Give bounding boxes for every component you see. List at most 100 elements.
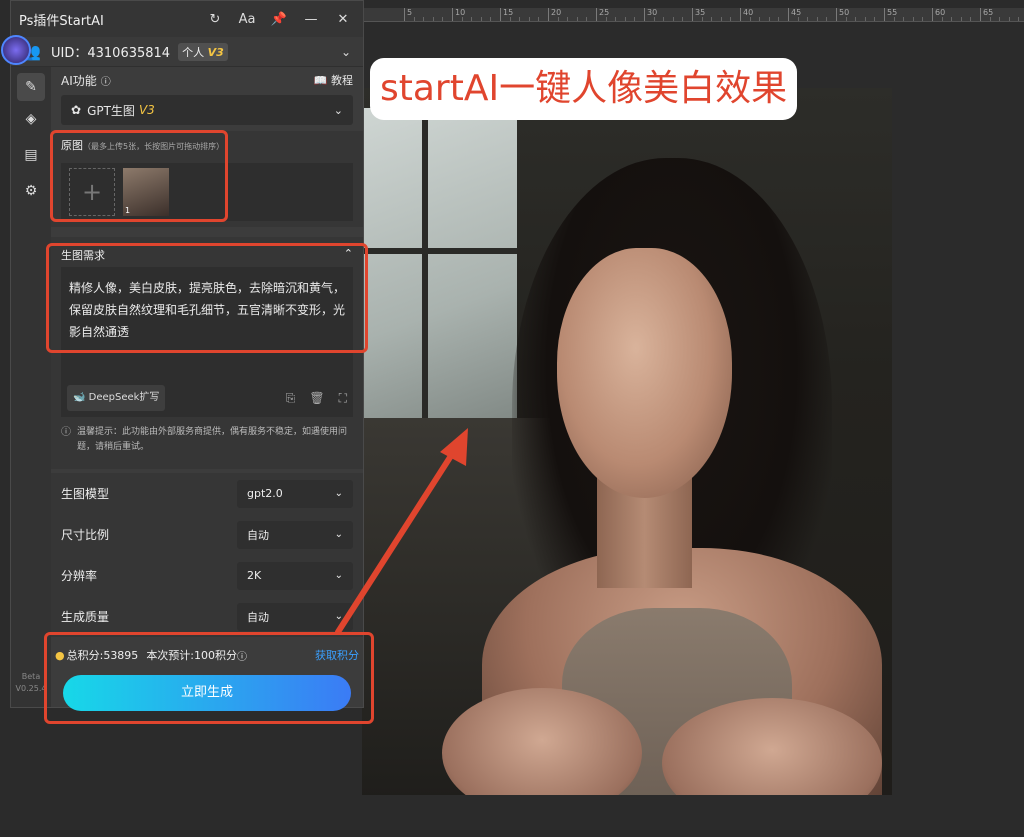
- ruler-minor-tick: [807, 17, 809, 21]
- pen-icon[interactable]: ✎: [17, 73, 45, 101]
- uid-text: UID：4310635814: [51, 46, 171, 61]
- ruler-minor-tick: [663, 17, 665, 21]
- chevron-down-icon: ⌄: [334, 611, 343, 622]
- ruler-minor-tick: [538, 17, 540, 21]
- account-tag: 个人 V3: [178, 42, 228, 61]
- info-icon[interactable]: ⓘ: [101, 73, 111, 88]
- param-resolution: 分辨率 2K ⌄: [51, 555, 363, 596]
- avatar[interactable]: [1, 35, 31, 65]
- ruler-minor-tick: [720, 17, 722, 21]
- ruler-minor-tick: [471, 17, 473, 21]
- layers-icon[interactable]: ◈: [11, 101, 51, 137]
- expand-icon[interactable]: ⛶: [339, 387, 347, 409]
- ruler-minor-tick: [1008, 17, 1010, 21]
- ai-model-select[interactable]: ✿ GPT生图 V3 ⌄: [61, 95, 353, 125]
- account-bar[interactable]: 👥 UID：4310635814 个人 V3 ⌄: [11, 37, 363, 67]
- prompt-tools: 🐋 DeepSeek扩写 ⎘ 🗑 ⛶: [67, 385, 347, 411]
- ruler-minor-tick: [960, 17, 962, 21]
- ruler-minor-tick: [855, 17, 857, 21]
- gear-icon[interactable]: ⚙: [11, 173, 51, 209]
- panel-title: Ps插件StartAI: [19, 13, 104, 29]
- param-model: 生图模型 gpt2.0 ⌄: [51, 473, 363, 514]
- ruler-minor-tick: [634, 17, 636, 21]
- ruler-minor-tick: [586, 17, 588, 21]
- ruler-minor-tick: [845, 17, 847, 21]
- quality-select[interactable]: 自动 ⌄: [237, 602, 353, 631]
- close-icon[interactable]: ✕: [331, 12, 355, 27]
- ruler-minor-tick: [615, 17, 617, 21]
- ruler-tick: 45: [788, 8, 801, 21]
- ruler-tick: 25: [596, 8, 609, 21]
- ruler-minor-tick: [816, 17, 818, 21]
- ruler-tick: 55: [884, 8, 897, 21]
- trash-icon[interactable]: 🗑: [309, 387, 324, 409]
- startai-plugin-panel: Ps插件StartAI ↻ Aa 📌 — ✕ 👥 UID：4310635814 …: [1, 0, 364, 711]
- ruler-minor-tick: [912, 17, 914, 21]
- sidebar: ✎ ◈ ▤ ⚙ Beta V0.25.4: [11, 67, 51, 707]
- ruler-minor-tick: [778, 17, 780, 21]
- ruler-minor-tick: [989, 17, 991, 21]
- model-icon: ✿: [71, 103, 82, 117]
- document-icon[interactable]: ▤: [11, 137, 51, 173]
- ruler-tick: 30: [644, 8, 657, 21]
- tutorial-link[interactable]: 📖 教程: [314, 72, 353, 88]
- pin-icon[interactable]: 📌: [267, 12, 291, 27]
- ruler-minor-tick: [768, 17, 770, 21]
- ruler-minor-tick: [528, 17, 530, 21]
- info-icon: ⓘ: [61, 427, 71, 438]
- ruler-minor-tick: [653, 17, 655, 21]
- ruler-minor-tick: [605, 17, 607, 21]
- resolution-select[interactable]: 2K ⌄: [237, 561, 353, 590]
- ruler-minor-tick: [701, 17, 703, 21]
- horizontal-ruler: 5 10 15 20 25 30 35 40 45 50 55 60 65: [362, 8, 1024, 22]
- ruler-tick: 5: [404, 8, 412, 21]
- ruler-minor-tick: [749, 17, 751, 21]
- deepseek-expand-button[interactable]: 🐋 DeepSeek扩写: [67, 385, 166, 411]
- font-size-icon[interactable]: Aa: [235, 12, 259, 27]
- ruler-tick: 35: [692, 8, 705, 21]
- minimize-icon[interactable]: —: [299, 12, 323, 27]
- ruler-minor-tick: [480, 17, 482, 21]
- model-select[interactable]: gpt2.0 ⌄: [237, 479, 353, 508]
- ruler-minor-tick: [903, 17, 905, 21]
- ruler-minor-tick: [941, 17, 943, 21]
- headline-annotation: startAI一键人像美白效果: [370, 58, 798, 120]
- ruler-minor-tick: [826, 17, 828, 21]
- ruler-minor-tick: [423, 17, 425, 21]
- ruler-minor-tick: [509, 17, 511, 21]
- tip-notice: ⓘ 温馨提示：此功能由外部服务商提供，偶有服务不稳定，如遇使用问题，请稍后重试。: [51, 417, 363, 463]
- ruler-minor-tick: [951, 17, 953, 21]
- ruler-minor-tick: [730, 17, 732, 21]
- ruler-minor-tick: [413, 17, 415, 21]
- ruler-minor-tick: [624, 17, 626, 21]
- ruler-minor-tick: [759, 17, 761, 21]
- chevron-down-icon: ⌄: [334, 570, 343, 581]
- aspect-select[interactable]: 自动 ⌄: [237, 520, 353, 549]
- ruler-minor-tick: [672, 17, 674, 21]
- ruler-minor-tick: [461, 17, 463, 21]
- history-icon[interactable]: ⎘: [286, 387, 296, 409]
- ruler-tick: 50: [836, 8, 849, 21]
- ruler-tick: 15: [500, 8, 513, 21]
- ai-function-label: AI功能: [61, 73, 97, 88]
- window-background: [362, 108, 517, 438]
- ruler-tick: 60: [932, 8, 945, 21]
- ruler-minor-tick: [864, 17, 866, 21]
- ruler-minor-tick: [893, 17, 895, 21]
- refresh-icon[interactable]: ↻: [203, 12, 227, 27]
- highlight-original: [50, 130, 228, 222]
- ai-function-row: AI功能 ⓘ 📖 教程: [51, 67, 363, 93]
- ruler-tick: 40: [740, 8, 753, 21]
- chevron-down-icon[interactable]: ⌄: [341, 45, 351, 59]
- ruler-minor-tick: [1018, 17, 1020, 21]
- ruler-minor-tick: [576, 17, 578, 21]
- ruler-minor-tick: [797, 17, 799, 21]
- ruler-tick: 20: [548, 8, 561, 21]
- ruler-tick: 10: [452, 8, 465, 21]
- chevron-down-icon: ⌄: [334, 488, 343, 499]
- param-aspect: 尺寸比例 自动 ⌄: [51, 514, 363, 555]
- ruler-minor-tick: [682, 17, 684, 21]
- ruler-minor-tick: [711, 17, 713, 21]
- chevron-down-icon: ⌄: [334, 529, 343, 540]
- ruler-minor-tick: [567, 17, 569, 21]
